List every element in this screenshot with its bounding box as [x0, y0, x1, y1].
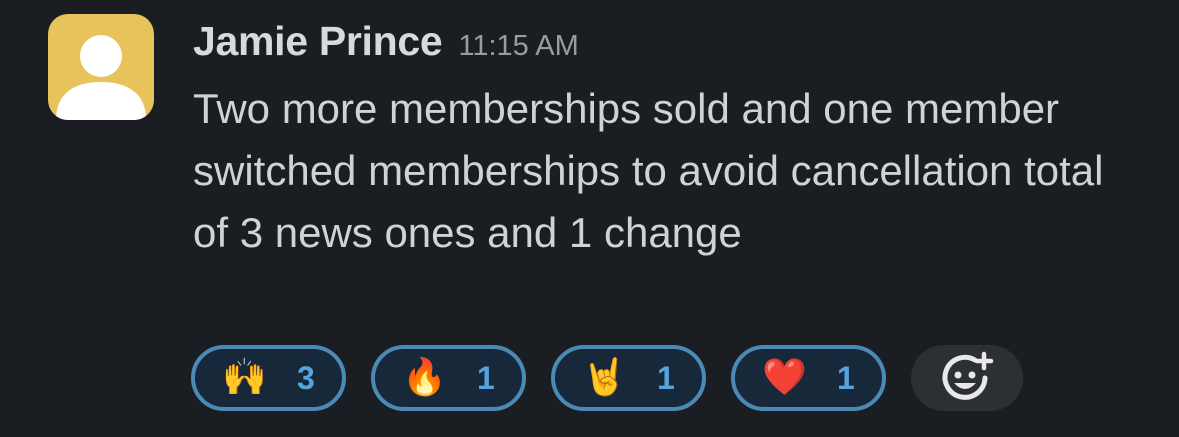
- red-heart-icon: ❤️: [762, 357, 808, 398]
- message-text: Two more memberships sold and one member…: [193, 85, 1104, 256]
- reaction-count: 1: [837, 359, 855, 396]
- reaction-raising-hands[interactable]: 🙌 3: [191, 345, 346, 411]
- sender-name[interactable]: Jamie Prince: [193, 18, 443, 65]
- add-reaction-icon: [942, 351, 994, 400]
- message-header: Jamie Prince 11:15 AM: [193, 18, 1139, 74]
- reaction-fire[interactable]: 🔥 1: [371, 345, 526, 411]
- avatar[interactable]: [48, 14, 154, 120]
- default-user-avatar-icon: [56, 35, 146, 120]
- reaction-count: 1: [657, 359, 675, 396]
- message-timestamp[interactable]: 11:15 AM: [458, 30, 578, 63]
- reactions-bar: 🙌 3 🔥 1 🤘 1 ❤️ 1: [191, 345, 1023, 411]
- reaction-count: 3: [297, 359, 315, 396]
- reaction-count: 1: [477, 359, 495, 396]
- fire-icon: 🔥: [402, 357, 448, 398]
- sign-of-the-horns-icon: 🤘: [582, 357, 628, 398]
- raising-hands-icon: 🙌: [222, 357, 268, 398]
- reaction-sign-of-the-horns[interactable]: 🤘 1: [551, 345, 706, 411]
- message-content: Jamie Prince 11:15 AM Two more membershi…: [193, 18, 1139, 264]
- message-row: Jamie Prince 11:15 AM Two more membershi…: [0, 0, 1179, 437]
- add-reaction-button[interactable]: [911, 345, 1023, 411]
- reaction-red-heart[interactable]: ❤️ 1: [731, 345, 886, 411]
